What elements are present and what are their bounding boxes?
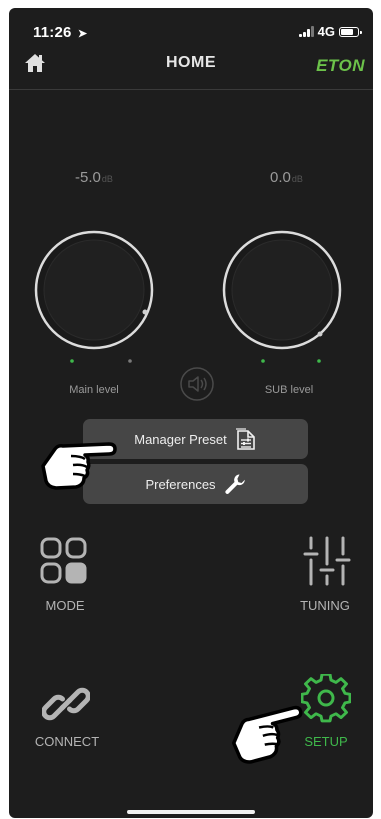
sub-level-number: 0.0 [270,169,291,186]
network-type: 4G [317,24,335,39]
header-divider [9,89,373,90]
link-icon[interactable] [42,680,90,728]
status-right: 4G [298,24,362,39]
sub-level-unit: dB [291,174,303,184]
pointing-hand-icon [231,705,303,764]
main-level-knob[interactable] [29,224,159,364]
location-arrow-icon: ➤ [77,28,88,40]
menu-connect[interactable]: CONNECT [22,734,112,749]
preferences-label: Preferences [145,476,216,492]
time-text: 11:26 [33,24,72,41]
signal-icon [298,26,314,37]
pointing-hand-icon [41,442,117,490]
battery-icon [339,26,362,37]
nav-header: HOME ETON [9,50,373,90]
brand-logo: ETON [316,56,365,76]
app-screen: 11:26 ➤ 4G HOME ETON -5.0dB 0.0dB Main l… [9,8,373,818]
mode-grid-icon[interactable] [39,536,89,586]
wrench-icon [224,474,245,494]
status-time: 11:26 ➤ [33,24,87,41]
sub-level-value: 0.0dB [270,169,303,186]
menu-tuning[interactable]: TUNING [280,598,370,613]
preset-list-icon [235,428,255,450]
manager-preset-label: Manager Preset [134,431,227,447]
speaker-icon[interactable] [179,366,215,402]
home-indicator[interactable] [127,810,255,814]
sub-level-knob[interactable] [217,224,347,364]
tuning-sliders-icon[interactable] [302,534,352,588]
main-level-number: -5.0 [75,169,101,186]
status-bar: 11:26 ➤ 4G [9,8,373,50]
main-level-label: Main level [69,384,119,396]
main-level-unit: dB [101,174,113,184]
menu-mode[interactable]: MODE [20,598,110,613]
brand-logo-text: ETON [316,56,365,75]
sub-level-label: SUB level [264,384,314,396]
main-level-value: -5.0dB [75,169,113,186]
